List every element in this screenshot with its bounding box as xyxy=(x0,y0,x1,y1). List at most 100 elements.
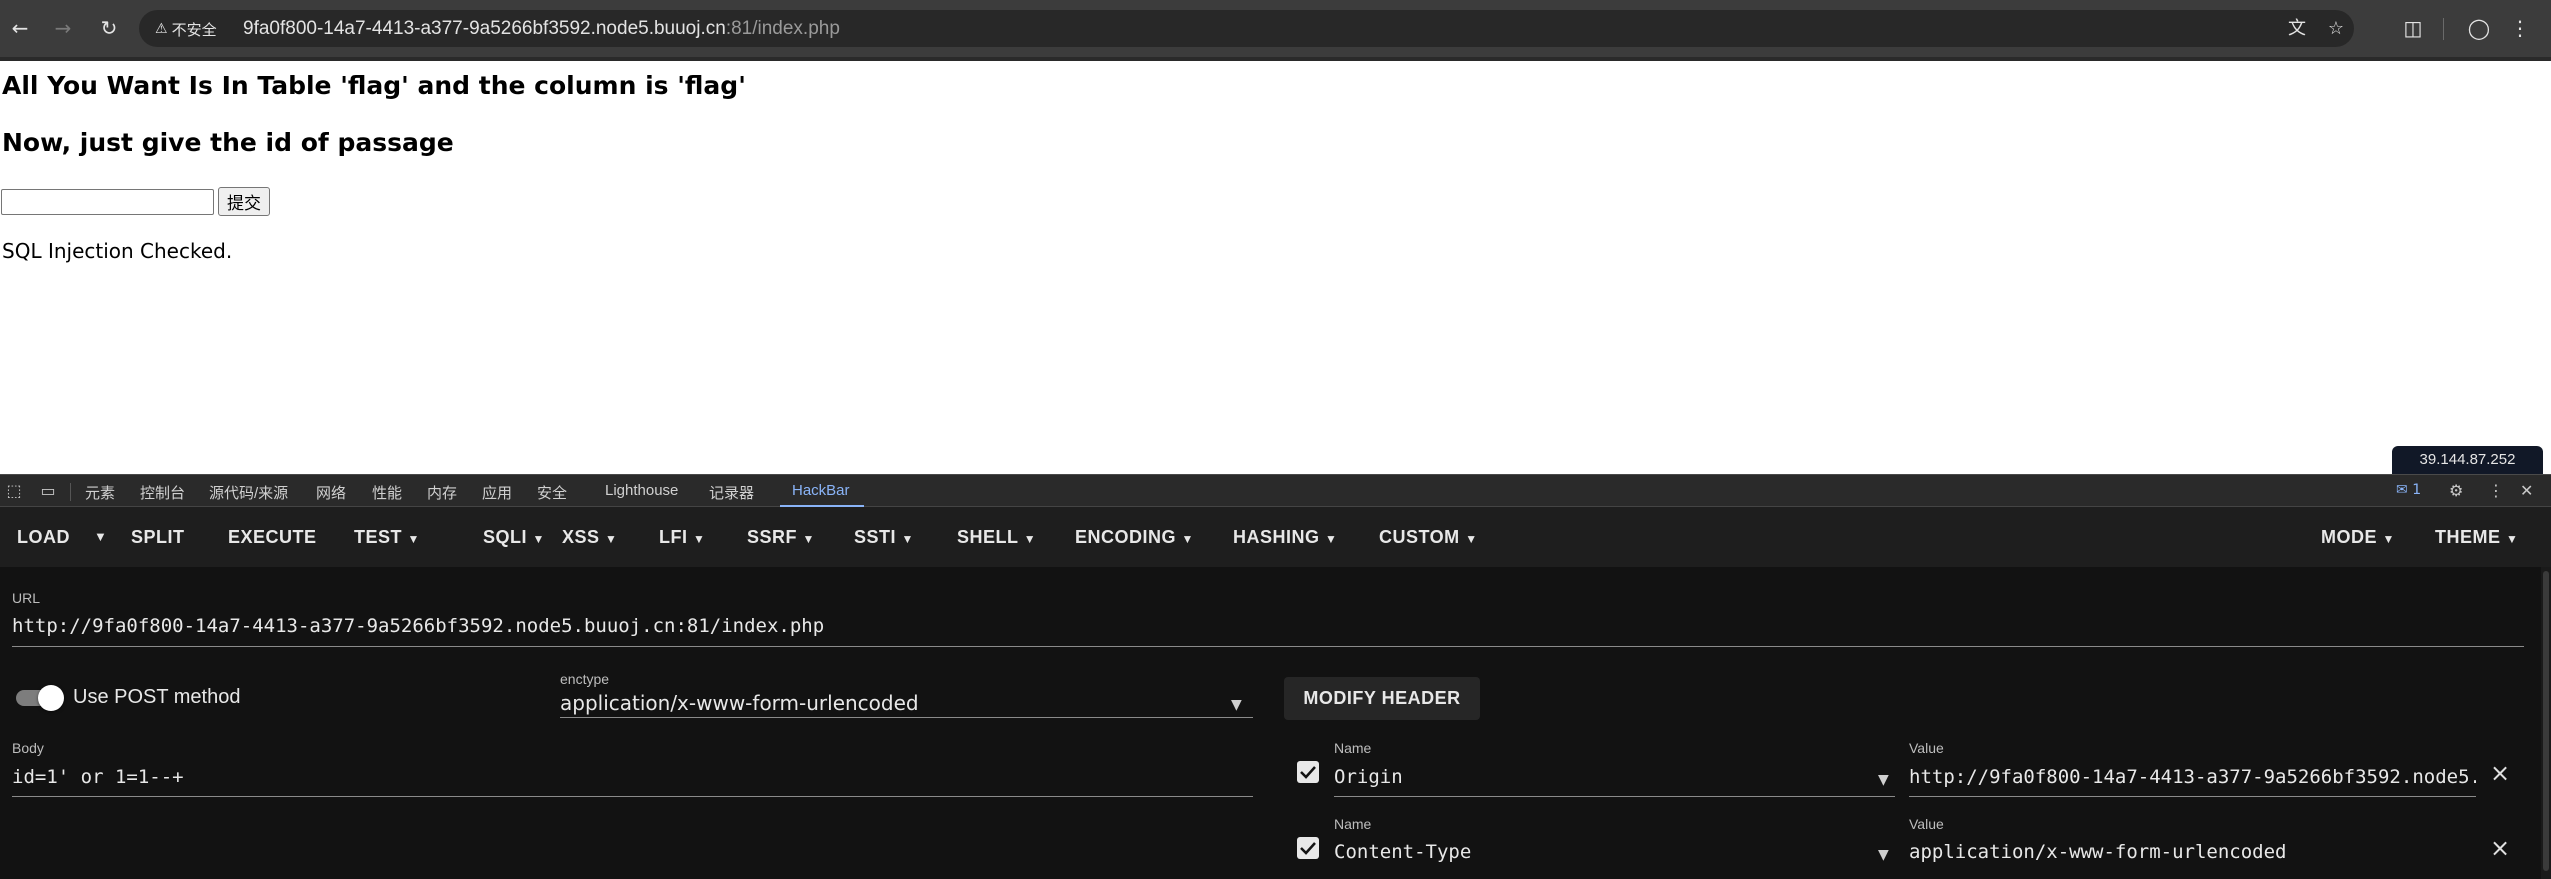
remove-header-icon[interactable]: × xyxy=(2490,834,2510,862)
header-content-type-checkbox[interactable] xyxy=(1297,837,1319,859)
header-origin-name[interactable]: Origin xyxy=(1334,766,1864,788)
header-value-label: Value xyxy=(1909,740,1944,756)
modify-header-button[interactable]: MODIFY HEADER xyxy=(1284,677,1480,720)
translate-icon[interactable]: 文 xyxy=(2286,18,2308,40)
tab-elements[interactable]: 元素 xyxy=(85,482,115,503)
xss-menu[interactable]: XSS ▼ xyxy=(562,527,617,548)
kebab-menu-icon[interactable]: ⋮ xyxy=(2507,15,2533,41)
header-value-underline xyxy=(1909,796,2476,797)
shell-menu[interactable]: SHELL ▼ xyxy=(957,527,1036,548)
caret-down-icon: ▼ xyxy=(605,532,618,546)
caret-down-icon: ▼ xyxy=(2506,532,2519,546)
header-name-caret-icon[interactable]: ▼ xyxy=(1878,847,1889,863)
tab-lighthouse[interactable]: Lighthouse xyxy=(605,482,678,499)
issues-badge[interactable]: ✉ 1 xyxy=(2396,482,2421,498)
lfi-menu-label: LFI xyxy=(659,527,688,547)
device-toolbar-icon[interactable]: ▭ xyxy=(37,480,59,502)
header-name-underline xyxy=(1334,796,1895,797)
header-value-label: Value xyxy=(1909,816,1944,832)
lfi-menu[interactable]: LFI ▼ xyxy=(659,527,705,548)
header-origin-value[interactable]: http://9fa0f800-14a7-4413-a377-9a5266bf3… xyxy=(1909,766,2476,788)
url-field[interactable]: http://9fa0f800-14a7-4413-a377-9a5266bf3… xyxy=(12,615,2522,637)
tab-sources[interactable]: 源代码/来源 xyxy=(209,482,288,503)
tab-memory[interactable]: 内存 xyxy=(427,482,457,503)
checkmark-icon xyxy=(1300,842,1316,855)
devtools-tab-strip: ⬚ ▭ 元素 控制台 源代码/来源 网络 性能 内存 应用 安全 Lightho… xyxy=(0,474,2551,508)
mode-menu-label: MODE xyxy=(2321,527,2377,547)
id-form: 提交 xyxy=(1,187,270,216)
encoding-menu[interactable]: ENCODING ▼ xyxy=(1075,527,1194,548)
sqli-menu[interactable]: SQLI ▼ xyxy=(483,527,545,548)
page-heading-instruction: Now, just give the id of passage xyxy=(2,128,454,157)
tab-recorder[interactable]: 记录器 xyxy=(709,482,754,503)
tab-network[interactable]: 网络 xyxy=(316,482,346,503)
post-method-toggle[interactable] xyxy=(14,685,64,711)
toolbar-divider xyxy=(2443,18,2444,40)
ssrf-menu[interactable]: SSRF ▼ xyxy=(747,527,815,548)
url-text[interactable]: 9fa0f800-14a7-4413-a377-9a5266bf3592.nod… xyxy=(243,18,840,40)
profile-icon[interactable]: ◯ xyxy=(2466,15,2492,41)
caret-down-icon: ▼ xyxy=(1023,532,1037,546)
toggle-knob xyxy=(38,685,64,711)
url-host: 9fa0f800-14a7-4413-a377-9a5266bf3592.nod… xyxy=(243,18,726,39)
forward-arrow-icon[interactable]: → xyxy=(49,14,77,42)
enctype-label: enctype xyxy=(560,671,610,687)
star-icon[interactable]: ☆ xyxy=(2325,18,2347,40)
inspect-element-icon[interactable]: ⬚ xyxy=(3,480,25,502)
issues-count: 1 xyxy=(2412,482,2422,498)
mode-menu[interactable]: MODE ▼ xyxy=(2321,527,2395,548)
puzzle-icon[interactable]: ◫ xyxy=(2400,15,2426,41)
submit-button[interactable]: 提交 xyxy=(218,187,270,216)
tab-hackbar[interactable]: HackBar xyxy=(792,482,850,499)
settings-gear-icon[interactable]: ⚙ xyxy=(2449,481,2463,500)
load-button[interactable]: LOAD xyxy=(17,527,70,548)
body-label: Body xyxy=(12,740,44,756)
security-chip[interactable]: ⚠ 不安全 xyxy=(155,18,217,40)
scrollbar-thumb[interactable] xyxy=(2543,571,2549,871)
header-content-type-value[interactable]: application/x-www-form-urlencoded xyxy=(1909,841,2476,863)
execute-button[interactable]: EXECUTE xyxy=(228,527,317,548)
close-devtools-icon[interactable]: ✕ xyxy=(2520,481,2533,500)
url-label: URL xyxy=(12,590,41,606)
reload-icon[interactable]: ↻ xyxy=(95,14,123,42)
back-arrow-icon[interactable]: ← xyxy=(6,14,34,42)
header-name-caret-icon[interactable]: ▼ xyxy=(1878,772,1889,788)
id-input[interactable] xyxy=(1,188,214,215)
devtools-menu-icon[interactable]: ⋮ xyxy=(2488,481,2504,500)
enctype-caret-icon[interactable]: ▼ xyxy=(1231,697,1242,713)
sqli-menu-label: SQLI xyxy=(483,527,528,547)
split-button[interactable]: SPLIT xyxy=(131,527,185,548)
caret-down-icon: ▼ xyxy=(1181,532,1194,546)
custom-menu[interactable]: CUSTOM ▼ xyxy=(1379,527,1478,548)
caret-down-icon: ▼ xyxy=(802,532,815,546)
test-menu[interactable]: TEST ▼ xyxy=(354,527,420,548)
caret-down-icon: ▼ xyxy=(1465,532,1478,546)
tab-application[interactable]: 应用 xyxy=(482,482,512,503)
tab-console[interactable]: 控制台 xyxy=(140,482,185,503)
load-dropdown-caret-icon[interactable]: ▼ xyxy=(94,529,107,544)
theme-menu[interactable]: THEME ▼ xyxy=(2435,527,2518,548)
header-content-type-name[interactable]: Content-Type xyxy=(1334,841,1864,863)
xss-menu-label: XSS xyxy=(562,527,600,547)
header-name-label: Name xyxy=(1334,816,1372,832)
test-menu-label: TEST xyxy=(354,527,403,547)
caret-down-icon: ▼ xyxy=(1325,532,1338,546)
warning-icon: ⚠ xyxy=(155,21,168,37)
address-bar[interactable]: ⚠ 不安全 9fa0f800-14a7-4413-a377-9a5266bf35… xyxy=(139,10,2354,47)
remove-header-icon[interactable]: × xyxy=(2490,759,2510,787)
hackbar-scrollbar[interactable] xyxy=(2541,567,2551,879)
header-origin-checkbox[interactable] xyxy=(1297,761,1319,783)
url-underline xyxy=(12,646,2524,647)
shell-menu-label: SHELL xyxy=(957,527,1019,547)
ssti-menu[interactable]: SSTI ▼ xyxy=(854,527,914,548)
body-field[interactable]: id=1' or 1=1--+ xyxy=(12,766,1250,788)
hashing-menu[interactable]: HASHING ▼ xyxy=(1233,527,1337,548)
enctype-select[interactable]: application/x-www-form-urlencoded xyxy=(560,691,1220,715)
caret-down-icon: ▼ xyxy=(2382,532,2395,546)
result-message: SQL Injection Checked. xyxy=(2,239,233,263)
enctype-underline xyxy=(560,717,1253,718)
tab-security[interactable]: 安全 xyxy=(537,482,567,503)
caret-down-icon: ▼ xyxy=(901,532,914,546)
tab-performance[interactable]: 性能 xyxy=(372,482,402,503)
hashing-menu-label: HASHING xyxy=(1233,527,1320,547)
